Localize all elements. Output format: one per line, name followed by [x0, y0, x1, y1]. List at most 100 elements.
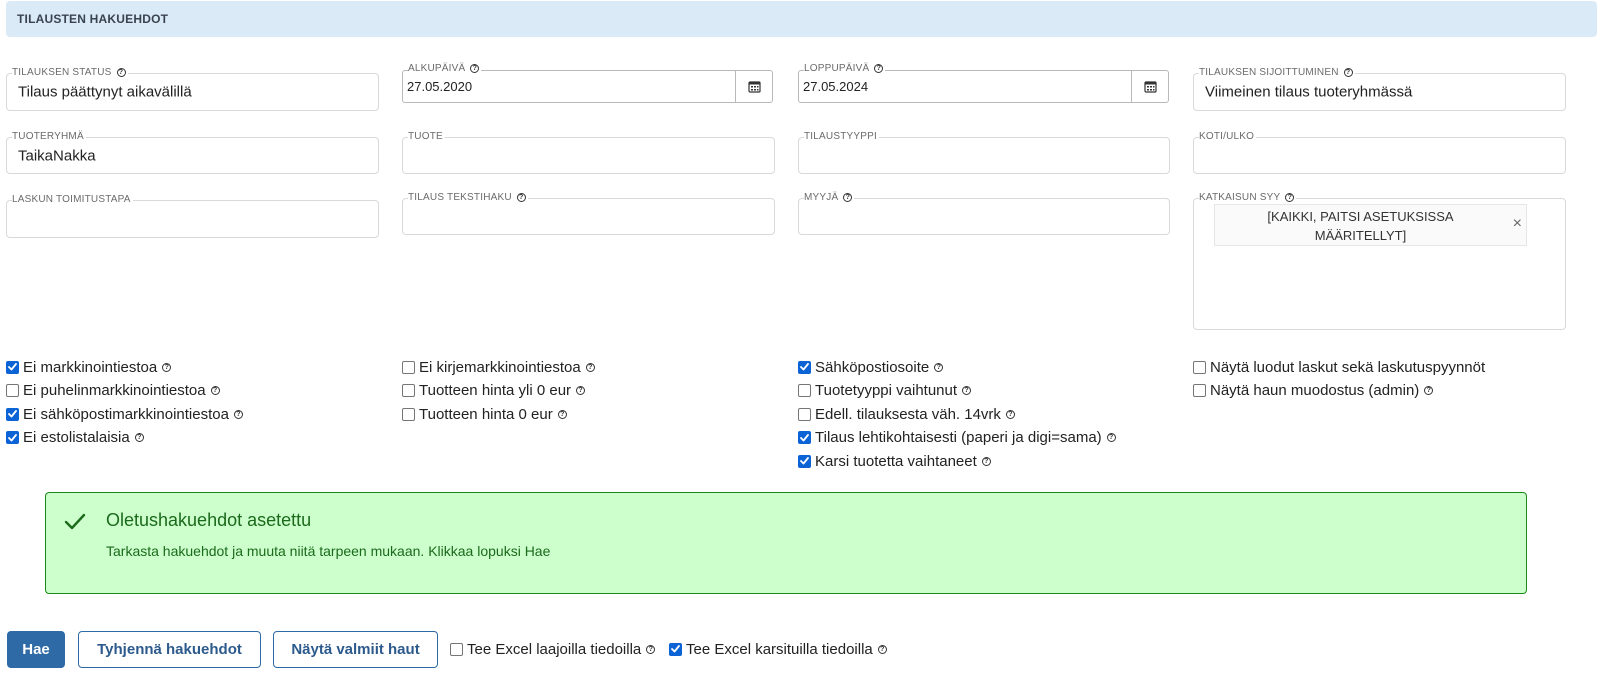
show-saved-searches-button[interactable]: Näytä valmiit haut — [273, 631, 438, 668]
notice-title: Oletushakuehdot asetettu — [106, 510, 312, 530]
check-icon — [800, 363, 809, 371]
checkbox-label: Edell. tilauksesta väh. 14vrk — [815, 405, 1001, 423]
end-date-input[interactable]: 27.05.2024 — [798, 70, 1169, 103]
help-icon[interactable]: ? — [981, 456, 991, 466]
filter-option[interactable]: Karsi tuotetta vaihtaneet? — [798, 451, 991, 471]
checkbox[interactable] — [669, 642, 682, 656]
checkbox[interactable] — [6, 384, 19, 397]
checkbox-label: Karsi tuotetta vaihtaneet — [815, 452, 977, 470]
checkbox[interactable] — [1193, 360, 1206, 374]
help-icon[interactable]: ? — [470, 64, 480, 73]
product-group-label: TUOTERYHMÄ — [12, 131, 84, 142]
delivery-field[interactable]: LASKUN TOIMITUSTAPA — [6, 194, 379, 238]
section-header: TILAUSTEN HAKUEHDOT — [6, 1, 1597, 37]
checkbox-label: Tilaus lehtikohtaisesti (paperi ja digi=… — [815, 429, 1102, 446]
start-date-field: 27.05.2020 ALKUPÄIVÄ? — [402, 63, 773, 103]
filter-option[interactable]: Ei estolistalaisia? — [6, 428, 144, 448]
checkbox[interactable] — [450, 642, 463, 656]
check-icon — [800, 457, 809, 465]
checkbox[interactable] — [798, 384, 811, 397]
filter-option[interactable]: Ei puhelinmarkkinointiestoa? — [6, 381, 220, 401]
product-group-field[interactable]: TUOTERYHMÄ TaikaNakka — [6, 131, 379, 174]
placement-label: TILAUKSEN SIJOITTUMINEN — [1199, 67, 1339, 78]
help-icon[interactable]: ? — [576, 386, 586, 395]
checkbox-label: Ei estolistalaisia — [23, 429, 130, 446]
help-icon[interactable]: ? — [877, 644, 887, 654]
help-icon[interactable]: ? — [934, 362, 944, 372]
filter-option[interactable]: Tilaus lehtikohtaisesti (paperi ja digi=… — [798, 428, 1116, 448]
help-icon[interactable]: ? — [210, 386, 220, 395]
help-icon[interactable]: ? — [1285, 193, 1295, 202]
cancel-reason-tag: [KAIKKI, PAITSI ASETUKSISSA MÄÄRITELLYT]… — [1214, 204, 1527, 246]
checkbox-label: Ei markkinointiestoa — [23, 358, 158, 376]
help-icon[interactable]: ? — [557, 409, 567, 419]
help-icon[interactable]: ? — [1005, 409, 1015, 419]
help-icon[interactable]: ? — [116, 68, 126, 77]
status-field[interactable]: TILAUKSEN STATUS? Tilaus päättynyt aikav… — [6, 67, 379, 111]
check-icon — [8, 410, 17, 418]
filter-option[interactable]: Tuotteen hinta 0 eur? — [402, 404, 567, 424]
help-icon[interactable]: ? — [646, 644, 656, 654]
start-date-input[interactable]: 27.05.2020 — [402, 70, 773, 103]
checkbox[interactable] — [798, 360, 811, 374]
checkbox-label: Ei sähköpostimarkkinointiestoa — [23, 405, 229, 423]
checkbox-label: Tuotteen hinta 0 eur — [419, 405, 553, 423]
placement-field[interactable]: TILAUKSEN SIJOITTUMINEN? Viimeinen tilau… — [1193, 67, 1566, 111]
filter-option[interactable]: Edell. tilauksesta väh. 14vrk? — [798, 404, 1015, 424]
checkbox[interactable] — [402, 384, 415, 397]
order-type-field[interactable]: TILAUSTYYPPI — [798, 131, 1170, 174]
checkbox[interactable] — [798, 407, 811, 421]
text-search-field[interactable]: TILAUS TEKSTIHAKU? — [402, 192, 775, 235]
checkbox-label: Ei puhelinmarkkinointiestoa — [23, 382, 206, 399]
product-field[interactable]: TUOTE — [402, 131, 775, 174]
section-title: TILAUSTEN HAKUEHDOT — [17, 12, 169, 26]
help-icon[interactable]: ? — [1424, 386, 1434, 395]
help-icon[interactable]: ? — [233, 409, 243, 419]
domestic-field[interactable]: KOTI/ULKO — [1193, 131, 1566, 174]
filter-option[interactable]: Näytä luodut laskut sekä laskutuspyynnöt — [1193, 357, 1485, 377]
check-icon — [8, 363, 17, 371]
checkbox[interactable] — [1193, 384, 1206, 397]
excel-wide-option[interactable]: Tee Excel laajoilla tiedoilla ? — [450, 639, 656, 659]
filter-option[interactable]: Tuotteen hinta yli 0 eur? — [402, 381, 586, 401]
tag-remove-icon[interactable]: × — [1513, 216, 1522, 232]
filter-option[interactable]: Ei kirjemarkkinointiestoa? — [402, 357, 595, 377]
filter-option[interactable]: Tuotetyyppi vaihtunut? — [798, 381, 972, 401]
filter-option[interactable]: Ei markkinointiestoa? — [6, 357, 172, 377]
check-icon — [800, 433, 809, 441]
excel-pruned-option[interactable]: Tee Excel karsituilla tiedoilla ? — [669, 639, 887, 659]
help-icon[interactable]: ? — [1343, 68, 1353, 77]
notice-text: Tarkasta hakuehdot ja muuta niitä tarpee… — [106, 543, 551, 559]
help-icon[interactable]: ? — [585, 362, 595, 372]
order-type-label: TILAUSTYYPPI — [804, 131, 877, 142]
help-icon[interactable]: ? — [874, 64, 884, 73]
checkbox-label: Sähköpostiosoite — [815, 358, 930, 376]
checkbox[interactable] — [798, 454, 811, 468]
filter-option[interactable]: Sähköpostiosoite? — [798, 357, 944, 377]
checkbox[interactable] — [402, 407, 415, 421]
help-icon[interactable]: ? — [843, 193, 853, 202]
checkbox[interactable] — [798, 431, 811, 444]
help-icon[interactable]: ? — [516, 193, 526, 202]
help-icon[interactable]: ? — [162, 362, 172, 372]
help-icon[interactable]: ? — [1106, 433, 1116, 442]
checkbox-label: Tuotetyyppi vaihtunut — [815, 382, 958, 399]
checkbox[interactable] — [6, 360, 19, 374]
status-label: TILAUKSEN STATUS — [12, 67, 112, 78]
filter-option[interactable]: Näytä haun muodostus (admin)? — [1193, 381, 1434, 401]
help-icon[interactable]: ? — [962, 386, 972, 395]
help-icon[interactable]: ? — [134, 433, 144, 442]
calendar-button[interactable] — [1131, 70, 1169, 103]
check-icon — [8, 433, 17, 441]
checkbox-label: Ei kirjemarkkinointiestoa — [419, 358, 581, 376]
calendar-icon — [748, 81, 761, 93]
checkbox[interactable] — [6, 431, 19, 444]
checkbox[interactable] — [6, 407, 19, 421]
checkbox-label: Näytä luodut laskut sekä laskutuspyynnöt — [1210, 358, 1486, 376]
clear-criteria-button[interactable]: Tyhjennä hakuehdot — [78, 631, 261, 668]
checkbox[interactable] — [402, 360, 415, 374]
seller-field[interactable]: MYYJÄ? — [798, 192, 1170, 235]
filter-option[interactable]: Ei sähköpostimarkkinointiestoa? — [6, 404, 243, 424]
calendar-button[interactable] — [735, 70, 773, 103]
search-button[interactable]: Hae — [7, 631, 65, 668]
